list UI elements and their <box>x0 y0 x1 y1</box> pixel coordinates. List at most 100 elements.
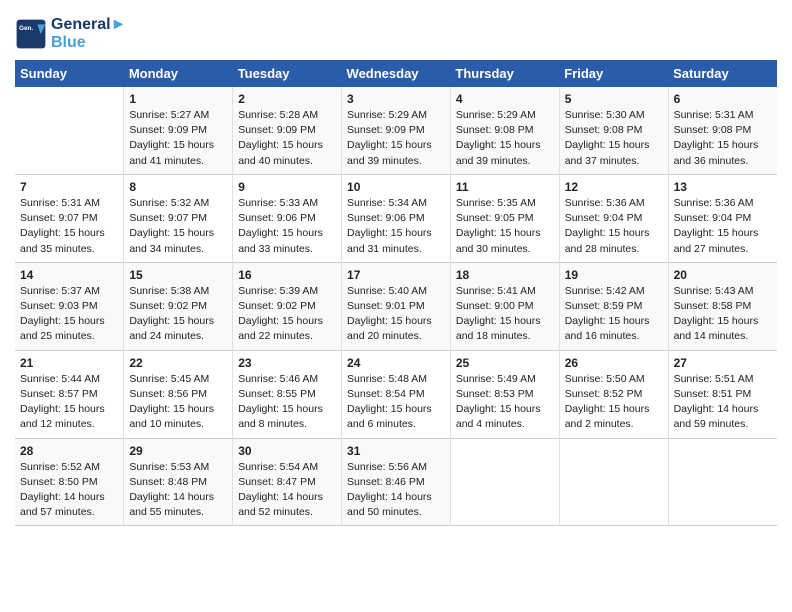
day-number: 2 <box>238 92 336 106</box>
day-info: Sunrise: 5:29 AM Sunset: 9:09 PM Dayligh… <box>347 108 445 169</box>
day-info: Sunrise: 5:42 AM Sunset: 8:59 PM Dayligh… <box>565 284 663 345</box>
day-info: Sunrise: 5:38 AM Sunset: 9:02 PM Dayligh… <box>129 284 227 345</box>
day-cell: 11 Sunrise: 5:35 AM Sunset: 9:05 PM Dayli… <box>450 174 559 262</box>
day-cell: 9Sunrise: 5:33 AM Sunset: 9:06 PM Daylig… <box>233 174 342 262</box>
day-number: 12 <box>565 180 663 194</box>
day-info: Sunrise: 5:30 AM Sunset: 9:08 PM Dayligh… <box>565 108 663 169</box>
day-info: Sunrise: 5:50 AM Sunset: 8:52 PM Dayligh… <box>565 372 663 433</box>
day-cell: 27Sunrise: 5:51 AM Sunset: 8:51 PM Dayli… <box>668 350 777 438</box>
header-day-monday: Monday <box>124 60 233 87</box>
day-info: Sunrise: 5:27 AM Sunset: 9:09 PM Dayligh… <box>129 108 227 169</box>
day-info: Sunrise: 5:44 AM Sunset: 8:57 PM Dayligh… <box>20 372 118 433</box>
day-cell: 1 Sunrise: 5:27 AM Sunset: 9:09 PM Daylig… <box>124 87 233 174</box>
day-cell: 4 Sunrise: 5:29 AM Sunset: 9:08 PM Daylig… <box>450 87 559 174</box>
day-info: Sunrise: 5:54 AM Sunset: 8:47 PM Dayligh… <box>238 460 336 521</box>
day-number: 29 <box>129 444 227 458</box>
header-row: SundayMondayTuesdayWednesdayThursdayFrid… <box>15 60 777 87</box>
day-info: Sunrise: 5:32 AM Sunset: 9:07 PM Dayligh… <box>129 196 227 257</box>
header-day-sunday: Sunday <box>15 60 124 87</box>
day-cell: 14 Sunrise: 5:37 AM Sunset: 9:03 PM Dayli… <box>15 262 124 350</box>
day-number: 1 <box>129 92 227 106</box>
day-cell: 6Sunrise: 5:31 AM Sunset: 9:08 PM Daylig… <box>668 87 777 174</box>
calendar-table: SundayMondayTuesdayWednesdayThursdayFrid… <box>15 60 777 526</box>
day-info: Sunrise: 5:56 AM Sunset: 8:46 PM Dayligh… <box>347 460 445 521</box>
day-info: Sunrise: 5:45 AM Sunset: 8:56 PM Dayligh… <box>129 372 227 433</box>
day-number: 20 <box>674 268 772 282</box>
day-info: Sunrise: 5:37 AM Sunset: 9:03 PM Dayligh… <box>20 284 118 345</box>
day-number: 22 <box>129 356 227 370</box>
day-info: Sunrise: 5:31 AM Sunset: 9:07 PM Dayligh… <box>20 196 118 257</box>
calendar-header: SundayMondayTuesdayWednesdayThursdayFrid… <box>15 60 777 87</box>
day-number: 18 <box>456 268 554 282</box>
day-number: 30 <box>238 444 336 458</box>
day-info: Sunrise: 5:40 AM Sunset: 9:01 PM Dayligh… <box>347 284 445 345</box>
day-cell: 16Sunrise: 5:39 AM Sunset: 9:02 PM Dayli… <box>233 262 342 350</box>
day-number: 25 <box>456 356 554 370</box>
day-cell: 26 Sunrise: 5:50 AM Sunset: 8:52 PM Dayli… <box>559 350 668 438</box>
day-number: 8 <box>129 180 227 194</box>
day-cell: 24Sunrise: 5:48 AM Sunset: 8:54 PM Dayli… <box>342 350 451 438</box>
day-cell: 21 Sunrise: 5:44 AM Sunset: 8:57 PM Dayli… <box>15 350 124 438</box>
day-info: Sunrise: 5:53 AM Sunset: 8:48 PM Dayligh… <box>129 460 227 521</box>
day-info: Sunrise: 5:36 AM Sunset: 9:04 PM Dayligh… <box>674 196 772 257</box>
day-cell: 25 Sunrise: 5:49 AM Sunset: 8:53 PM Dayli… <box>450 350 559 438</box>
day-cell <box>668 438 777 526</box>
logo: Gen. General► Blue <box>15 16 126 52</box>
week-row-5: 28Sunrise: 5:52 AM Sunset: 8:50 PM Dayli… <box>15 438 777 526</box>
svg-text:Gen.: Gen. <box>19 25 33 32</box>
day-cell: 22 Sunrise: 5:45 AM Sunset: 8:56 PM Dayli… <box>124 350 233 438</box>
day-cell: 3Sunrise: 5:29 AM Sunset: 9:09 PM Daylig… <box>342 87 451 174</box>
logo-text: General► Blue <box>51 16 126 52</box>
day-info: Sunrise: 5:31 AM Sunset: 9:08 PM Dayligh… <box>674 108 772 169</box>
day-number: 5 <box>565 92 663 106</box>
day-number: 19 <box>565 268 663 282</box>
day-number: 11 <box>456 180 554 194</box>
logo-icon: Gen. <box>15 18 47 50</box>
day-number: 23 <box>238 356 336 370</box>
day-info: Sunrise: 5:48 AM Sunset: 8:54 PM Dayligh… <box>347 372 445 433</box>
day-cell: 30 Sunrise: 5:54 AM Sunset: 8:47 PM Dayli… <box>233 438 342 526</box>
day-number: 27 <box>674 356 772 370</box>
week-row-3: 14 Sunrise: 5:37 AM Sunset: 9:03 PM Dayli… <box>15 262 777 350</box>
day-cell <box>450 438 559 526</box>
day-info: Sunrise: 5:41 AM Sunset: 9:00 PM Dayligh… <box>456 284 554 345</box>
day-info: Sunrise: 5:46 AM Sunset: 8:55 PM Dayligh… <box>238 372 336 433</box>
day-cell: 31Sunrise: 5:56 AM Sunset: 8:46 PM Dayli… <box>342 438 451 526</box>
day-cell: 17 Sunrise: 5:40 AM Sunset: 9:01 PM Dayli… <box>342 262 451 350</box>
day-number: 4 <box>456 92 554 106</box>
day-cell <box>559 438 668 526</box>
day-number: 26 <box>565 356 663 370</box>
header-day-wednesday: Wednesday <box>342 60 451 87</box>
day-cell <box>15 87 124 174</box>
day-cell: 20 Sunrise: 5:43 AM Sunset: 8:58 PM Dayli… <box>668 262 777 350</box>
day-number: 15 <box>129 268 227 282</box>
day-cell: 8 Sunrise: 5:32 AM Sunset: 9:07 PM Daylig… <box>124 174 233 262</box>
day-cell: 29 Sunrise: 5:53 AM Sunset: 8:48 PM Dayli… <box>124 438 233 526</box>
header-day-saturday: Saturday <box>668 60 777 87</box>
day-cell: 5 Sunrise: 5:30 AM Sunset: 9:08 PM Daylig… <box>559 87 668 174</box>
day-info: Sunrise: 5:35 AM Sunset: 9:05 PM Dayligh… <box>456 196 554 257</box>
header-day-friday: Friday <box>559 60 668 87</box>
day-number: 13 <box>674 180 772 194</box>
day-info: Sunrise: 5:43 AM Sunset: 8:58 PM Dayligh… <box>674 284 772 345</box>
day-number: 28 <box>20 444 118 458</box>
day-number: 17 <box>347 268 445 282</box>
day-info: Sunrise: 5:49 AM Sunset: 8:53 PM Dayligh… <box>456 372 554 433</box>
day-cell: 12Sunrise: 5:36 AM Sunset: 9:04 PM Dayli… <box>559 174 668 262</box>
header-day-tuesday: Tuesday <box>233 60 342 87</box>
day-number: 9 <box>238 180 336 194</box>
day-cell: 23 Sunrise: 5:46 AM Sunset: 8:55 PM Dayli… <box>233 350 342 438</box>
day-number: 16 <box>238 268 336 282</box>
day-number: 10 <box>347 180 445 194</box>
day-cell: 28Sunrise: 5:52 AM Sunset: 8:50 PM Dayli… <box>15 438 124 526</box>
day-info: Sunrise: 5:29 AM Sunset: 9:08 PM Dayligh… <box>456 108 554 169</box>
day-cell: 2Sunrise: 5:28 AM Sunset: 9:09 PM Daylig… <box>233 87 342 174</box>
day-cell: 18 Sunrise: 5:41 AM Sunset: 9:00 PM Dayli… <box>450 262 559 350</box>
day-cell: 13 Sunrise: 5:36 AM Sunset: 9:04 PM Dayli… <box>668 174 777 262</box>
day-number: 14 <box>20 268 118 282</box>
day-number: 7 <box>20 180 118 194</box>
header-day-thursday: Thursday <box>450 60 559 87</box>
header: Gen. General► Blue <box>15 10 777 52</box>
day-cell: 7 Sunrise: 5:31 AM Sunset: 9:07 PM Daylig… <box>15 174 124 262</box>
day-number: 21 <box>20 356 118 370</box>
